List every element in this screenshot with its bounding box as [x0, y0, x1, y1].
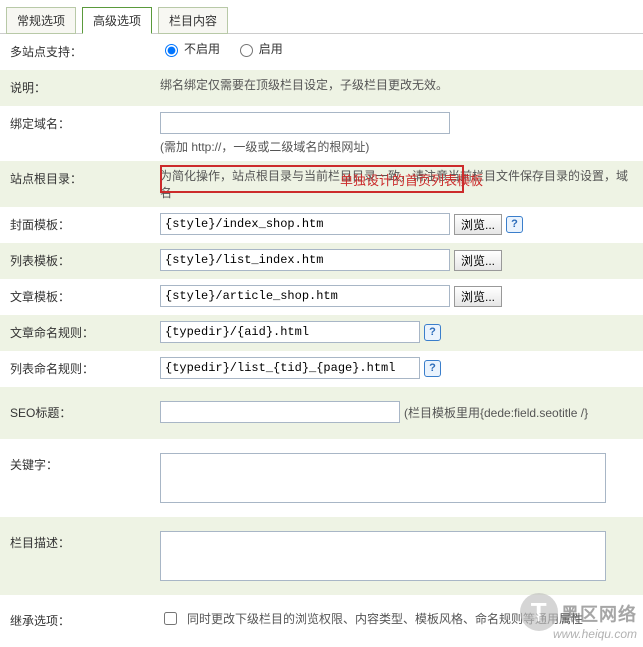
input-domain[interactable] [160, 112, 450, 134]
checkbox-inherit[interactable] [164, 612, 177, 625]
row-domain: 绑定域名： (需加 http://，一级或二级域名的根网址) [0, 106, 643, 161]
input-rule-list[interactable] [160, 357, 420, 379]
help-icon[interactable]: ? [424, 324, 441, 341]
row-desc: 说明： 绑名绑定仅需要在顶级栏目设定，子级栏目更改无效。 [0, 70, 643, 106]
input-tpl-article[interactable] [160, 285, 450, 307]
tab-advanced[interactable]: 高级选项 [82, 7, 152, 34]
text-inherit: 同时更改下级栏目的浏览权限、内容类型、模板风格、命名规则等通用属性 [187, 610, 583, 627]
radio-multisite-off[interactable] [165, 44, 178, 57]
row-tpl-list: 列表模板： 浏览... [0, 243, 643, 279]
input-seo[interactable] [160, 401, 400, 423]
row-keywords: 关键字： [0, 439, 643, 517]
textarea-coldesc[interactable] [160, 531, 606, 581]
label-inherit: 继承选项： [10, 609, 160, 629]
row-tpl-article: 文章模板： 浏览... [0, 279, 643, 315]
row-rule-article: 文章命名规则： ? [0, 315, 643, 351]
hint-domain: (需加 http://，一级或二级域名的根网址) [160, 138, 369, 155]
row-rule-list: 列表命名规则： ? [0, 351, 643, 387]
label-rule-list: 列表命名规则： [10, 357, 160, 377]
annotation-text: 单独设计的首页列表模板 [340, 170, 483, 189]
text-desc: 绑名绑定仅需要在顶级栏目设定，子级栏目更改无效。 [160, 76, 633, 93]
row-multisite: 多站点支持： 不启用 启用 [0, 34, 643, 70]
browse-list[interactable]: 浏览... [454, 250, 502, 271]
label-domain: 绑定域名： [10, 112, 160, 132]
tab-general[interactable]: 常规选项 [6, 7, 76, 34]
row-tpl-cover: 封面模板： 浏览... ? [0, 207, 643, 243]
browse-cover[interactable]: 浏览... [454, 214, 502, 235]
label-tpl-cover: 封面模板： [10, 213, 160, 233]
tab-content[interactable]: 栏目内容 [158, 7, 228, 34]
label-tpl-list: 列表模板： [10, 249, 160, 269]
tab-bar: 常规选项 高级选项 栏目内容 [0, 0, 643, 34]
radio-multisite-on[interactable] [240, 44, 253, 57]
input-tpl-list[interactable] [160, 249, 450, 271]
help-icon[interactable]: ? [506, 216, 523, 233]
label-rule-article: 文章命名规则： [10, 321, 160, 341]
row-coldesc: 栏目描述： [0, 517, 643, 595]
label-coldesc: 栏目描述： [10, 531, 160, 551]
label-tpl-article: 文章模板： [10, 285, 160, 305]
label-multisite: 多站点支持： [10, 40, 160, 60]
browse-article[interactable]: 浏览... [454, 286, 502, 307]
label-siteroot: 站点根目录： [10, 167, 160, 187]
input-rule-article[interactable] [160, 321, 420, 343]
row-inherit: 继承选项： 同时更改下级栏目的浏览权限、内容类型、模板风格、命名规则等通用属性 [0, 595, 643, 647]
label-keywords: 关键字： [10, 453, 160, 473]
radio-label-on: 启用 [259, 40, 283, 57]
row-seo: SEO标题： (栏目模板里用{dede:field.seotitle /} [0, 387, 643, 439]
label-desc: 说明： [10, 76, 160, 96]
textarea-keywords[interactable] [160, 453, 606, 503]
row-siteroot: 站点根目录： 为简化操作，站点根目录与当前栏目目录一致，请注意当前栏目文件保存目… [0, 161, 643, 207]
radio-label-off: 不启用 [184, 40, 220, 57]
input-tpl-cover[interactable] [160, 213, 450, 235]
hint-seo: (栏目模板里用{dede:field.seotitle /} [404, 404, 588, 421]
label-seo: SEO标题： [10, 401, 160, 421]
help-icon[interactable]: ? [424, 360, 441, 377]
